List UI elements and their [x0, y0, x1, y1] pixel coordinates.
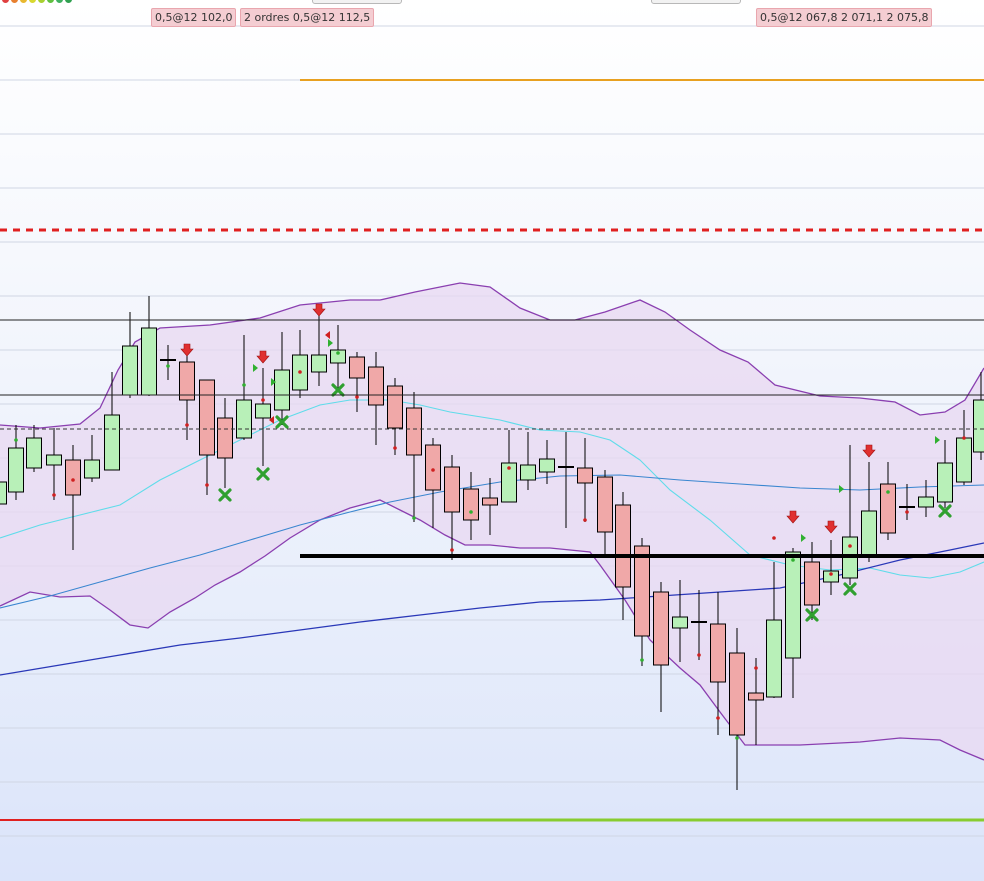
candle-body — [615, 504, 631, 588]
order-tag[interactable]: 0,5@12 067,8 2 071,1 2 075,8 — [756, 8, 933, 27]
signal-dot — [791, 558, 795, 562]
signal-dot — [697, 653, 701, 657]
candle-body — [274, 369, 290, 411]
candle-body — [65, 459, 81, 496]
order-tag[interactable]: 2 ordres 0,5@12 112,5 — [240, 8, 375, 27]
candle-body — [349, 356, 365, 379]
candle-body — [104, 414, 120, 471]
signal-dot — [848, 544, 852, 548]
candle-body — [710, 623, 726, 683]
bull-candle[interactable] — [122, 312, 138, 398]
candle-body — [46, 454, 62, 466]
signal-dot — [450, 548, 454, 552]
candle-body — [122, 345, 138, 396]
candle-body — [653, 591, 669, 666]
signal-dot — [298, 370, 302, 374]
price-chart[interactable] — [0, 0, 984, 881]
signal-dot — [52, 493, 56, 497]
bull-candle[interactable] — [141, 296, 157, 396]
signal-dot — [754, 666, 758, 670]
bear-candle[interactable] — [444, 455, 460, 560]
signal-dot — [412, 516, 416, 520]
signal-dot — [640, 658, 644, 662]
candle-body — [425, 444, 441, 491]
signal-dot — [905, 510, 909, 514]
signal-dot — [886, 490, 890, 494]
candle-body — [217, 417, 233, 459]
signal-dot — [185, 423, 189, 427]
candle-body — [956, 437, 972, 483]
candle-body — [444, 466, 460, 513]
candle-body — [729, 652, 745, 736]
signal-dot — [14, 438, 18, 442]
candle-body — [255, 403, 271, 419]
candle-body — [539, 458, 555, 473]
signal-dot — [583, 518, 587, 522]
candle-body — [785, 551, 801, 659]
bull-candle[interactable] — [0, 481, 7, 505]
candle-body — [463, 488, 479, 521]
candle-body — [8, 447, 24, 493]
signal-dot — [336, 351, 340, 355]
candle-body — [236, 399, 252, 439]
candle-body — [179, 361, 195, 401]
candle-body — [918, 496, 934, 508]
candle-body — [520, 464, 536, 481]
candle-body — [311, 354, 327, 373]
candle-body — [141, 327, 157, 396]
signal-dot — [431, 468, 435, 472]
signal-dot — [355, 395, 359, 399]
candle-body — [634, 545, 650, 637]
signal-dot — [507, 466, 511, 470]
signal-dot — [772, 536, 776, 540]
candle-body — [387, 385, 403, 429]
candle-body — [577, 467, 593, 484]
bear-candle[interactable] — [653, 582, 669, 712]
signal-dot — [205, 483, 209, 487]
signal-dot — [829, 572, 833, 576]
candle-body — [368, 366, 384, 406]
candle-body — [84, 459, 100, 479]
candle-body — [937, 462, 953, 503]
signal-dot — [71, 478, 75, 482]
signal-dot — [469, 510, 473, 514]
order-tag[interactable]: 0,5@12 102,0 — [151, 8, 237, 27]
candle-body — [597, 476, 613, 533]
candle-body — [766, 619, 782, 698]
candle-body — [26, 437, 42, 469]
candle-body — [973, 399, 984, 453]
candle-body — [199, 379, 215, 456]
candle-body — [672, 616, 688, 629]
signal-dot — [242, 383, 246, 387]
candle-body — [406, 407, 422, 456]
candle-body — [861, 510, 877, 558]
candle-body — [748, 692, 764, 701]
signal-dot — [261, 398, 265, 402]
candle-body — [0, 481, 7, 505]
signal-dot — [962, 436, 966, 440]
signal-dot — [716, 716, 720, 720]
candle-body — [804, 561, 820, 606]
trading-chart-window: 0,5@12 102,0 2 ordres 0,5@12 112,5 0,5@1… — [0, 0, 984, 881]
candle-body — [482, 497, 498, 506]
signal-dot — [393, 446, 397, 450]
signal-dot — [735, 736, 739, 740]
signal-dot — [166, 364, 170, 368]
